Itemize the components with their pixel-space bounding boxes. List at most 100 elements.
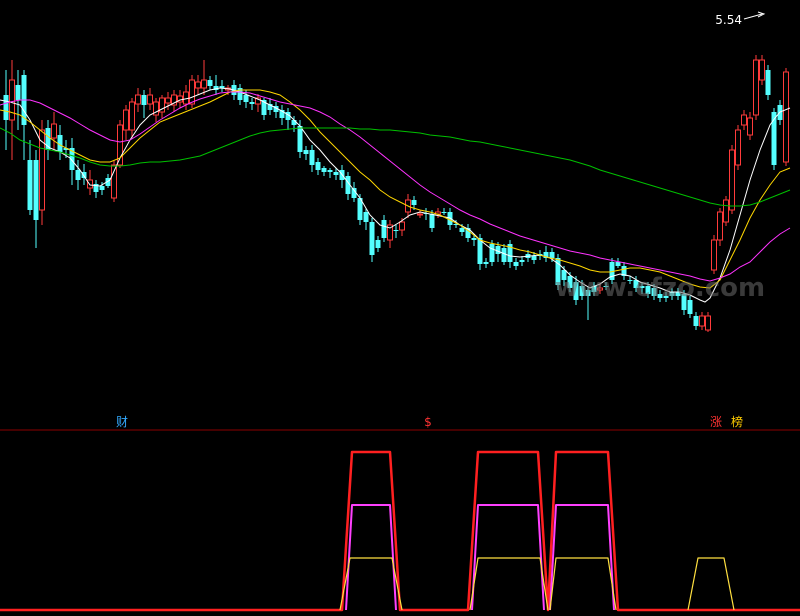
candle-47 <box>285 108 291 130</box>
candle-body <box>693 316 699 326</box>
candle-body <box>741 114 747 126</box>
candle-32 <box>195 75 201 95</box>
candle-body <box>513 262 519 266</box>
candle-29 <box>177 90 183 108</box>
candle-117 <box>705 312 711 332</box>
candle-body <box>75 170 81 180</box>
candle-body <box>765 70 771 95</box>
candle-body <box>729 149 735 211</box>
candle-11 <box>69 138 75 185</box>
candle-body <box>411 200 417 205</box>
candle-body <box>783 71 789 163</box>
candle-12 <box>75 160 81 190</box>
candle-body <box>141 95 147 105</box>
candle-body <box>51 123 57 139</box>
candle-body <box>705 315 711 331</box>
candle-22 <box>135 88 141 112</box>
candle-64 <box>387 220 393 248</box>
candle-123 <box>741 110 747 130</box>
candle-118 <box>711 235 717 274</box>
candle-15 <box>93 180 99 198</box>
candle-body <box>315 162 321 170</box>
candle-body <box>501 248 507 262</box>
candle-body <box>489 244 495 262</box>
candle-body <box>363 212 369 222</box>
candle-body <box>297 126 303 152</box>
candle-85 <box>513 258 519 270</box>
candle-39 <box>237 84 243 105</box>
candle-1 <box>9 60 15 160</box>
candle-body <box>327 170 333 172</box>
candle-body <box>123 109 129 131</box>
candle-body <box>471 238 477 240</box>
indicator-line-0-0 <box>0 450 800 612</box>
candle-body <box>111 164 117 199</box>
marker-zhang: 涨 <box>710 414 722 429</box>
marker-bang: 榜 <box>731 414 743 429</box>
candle-body <box>321 168 327 172</box>
candle-77 <box>465 224 471 242</box>
candle-46 <box>279 105 285 125</box>
candle-65 <box>393 225 399 238</box>
candle-20 <box>123 105 129 140</box>
candle-84 <box>507 240 513 268</box>
candle-body <box>129 101 135 131</box>
candle-body <box>309 150 315 165</box>
candle-61 <box>369 218 375 262</box>
candle-80 <box>483 258 489 268</box>
candle-119 <box>717 208 723 246</box>
candle-body <box>519 260 525 262</box>
candle-124 <box>747 112 753 140</box>
candle-86 <box>519 256 525 266</box>
candle-9 <box>57 125 63 160</box>
candle-body <box>207 80 213 86</box>
candle-57 <box>345 172 351 200</box>
candle-90 <box>543 246 549 262</box>
indicator-panel <box>0 450 800 612</box>
candle-41 <box>249 98 255 110</box>
candle-body <box>549 252 555 258</box>
candle-body <box>723 199 729 223</box>
candle-body <box>201 79 207 89</box>
marker-cai: 财 <box>116 415 128 429</box>
candle-35 <box>213 75 219 95</box>
candle-25 <box>153 98 159 122</box>
candle-body <box>291 120 297 125</box>
candle-body <box>399 221 405 231</box>
candle-26 <box>159 95 165 118</box>
candle-7 <box>45 120 51 160</box>
candle-body <box>249 102 255 104</box>
candle-45 <box>273 102 279 118</box>
ma-line-white <box>0 87 791 303</box>
candle-body <box>3 95 9 120</box>
candle-body <box>429 214 435 228</box>
candle-body <box>699 315 705 327</box>
indicator-line-2-1 <box>469 557 549 611</box>
candle-122 <box>735 125 741 170</box>
candle-125 <box>753 55 759 120</box>
candle-115 <box>693 312 699 330</box>
candle-102 <box>615 258 621 268</box>
candle-36 <box>219 80 225 92</box>
peak-annotation: 5.54 <box>715 11 766 27</box>
peak-price-label: 5.54 <box>715 13 742 27</box>
candle-body <box>15 85 21 100</box>
candle-body <box>735 129 741 166</box>
candle-44 <box>267 98 273 115</box>
candle-4 <box>27 140 33 215</box>
ma-line-yellow <box>0 89 791 289</box>
candle-50 <box>303 146 309 160</box>
candle-body <box>393 230 399 231</box>
ma-line-magenta <box>0 91 791 282</box>
candle-body <box>195 81 201 89</box>
candle-body <box>189 79 195 105</box>
candle-3 <box>21 70 27 160</box>
candle-body <box>717 211 723 241</box>
candle-body <box>87 179 93 189</box>
candle-body <box>381 220 387 238</box>
candle-body <box>369 222 375 255</box>
candle-8 <box>51 112 57 150</box>
candle-body <box>165 97 171 104</box>
candle-73 <box>441 208 447 215</box>
candle-62 <box>375 236 381 252</box>
